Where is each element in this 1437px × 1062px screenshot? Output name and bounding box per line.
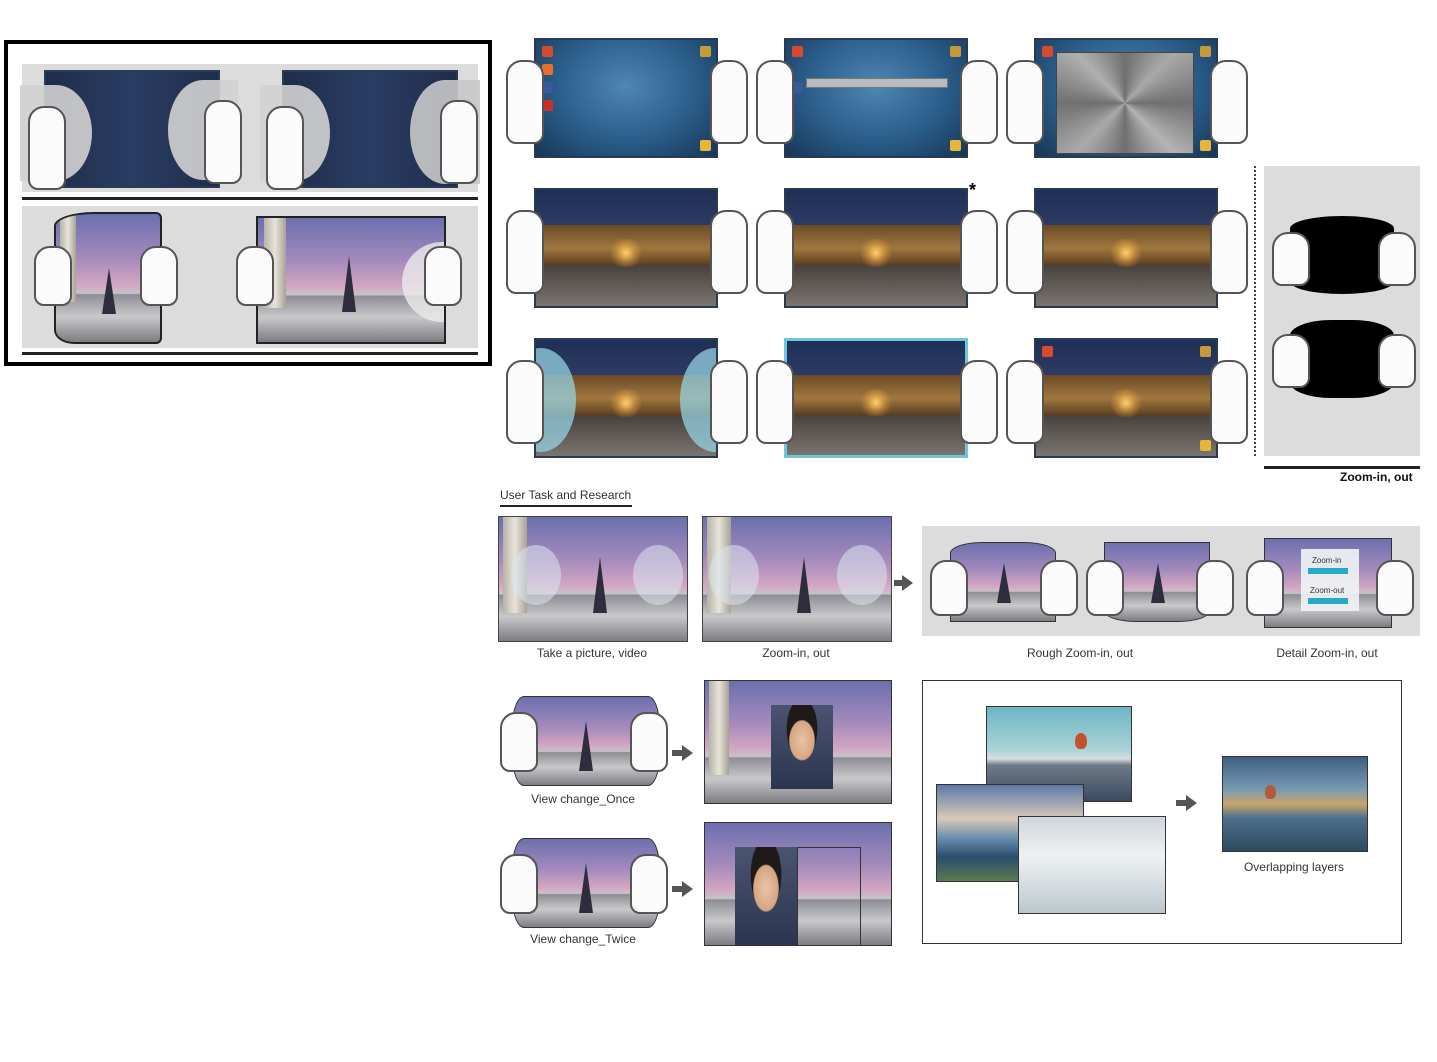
- hand-icon: [960, 210, 998, 294]
- hand-icon: [1210, 210, 1248, 294]
- paris-screen-with-wheel: [256, 216, 446, 344]
- hand-icon: [630, 712, 668, 772]
- asterisk-mark: *: [969, 180, 977, 200]
- hand-icon: [960, 60, 998, 144]
- hand-icon: [930, 560, 968, 616]
- cyan-arrows-bottom: [1308, 598, 1348, 604]
- caption-view-once: View change_Once: [531, 792, 635, 806]
- hand-icon: [1196, 560, 1234, 616]
- dotted-separator: [1254, 166, 1256, 456]
- arrow-shaft: [672, 886, 682, 892]
- tablet-street-view-2: [784, 188, 968, 308]
- hand-icon: [506, 60, 544, 144]
- hand-icon: [1272, 334, 1310, 388]
- tablet-street-highlight: [784, 338, 968, 458]
- hand-icon: [756, 60, 794, 144]
- arrow-right-icon: [682, 745, 693, 761]
- arrow-shaft: [1176, 800, 1186, 806]
- hand-icon: [710, 60, 748, 144]
- caption-overlapping: Overlapping layers: [1243, 860, 1345, 874]
- hand-icon: [960, 360, 998, 444]
- tablet-slider-screen: [784, 38, 968, 158]
- tablet-street-apps: [1034, 338, 1218, 458]
- hand-icon: [1378, 232, 1416, 286]
- hand-icon: [506, 210, 544, 294]
- face-photo: [771, 705, 833, 789]
- zoom-label-line: [1264, 466, 1420, 469]
- zoom-in-out-label: Zoom-in, out: [1340, 470, 1413, 484]
- hand-icon: [266, 106, 304, 190]
- zoom-gesture-panel: [1264, 166, 1420, 456]
- section-title: User Task and Research: [500, 488, 632, 502]
- hand-icon: [1086, 560, 1124, 616]
- arrow-right-icon: [1186, 795, 1197, 811]
- divider-line: [22, 197, 478, 200]
- hand-icon: [140, 246, 178, 306]
- view-once-result-screen: [704, 680, 892, 804]
- hand-icon: [204, 100, 242, 184]
- take-picture-screen: [498, 516, 688, 642]
- hand-icon: [1376, 560, 1414, 616]
- detail-zoom-in-label: Zoom-in: [1312, 556, 1342, 565]
- hand-icon: [1210, 360, 1248, 444]
- bottom-line: [22, 352, 478, 355]
- camera-shutter: [1056, 52, 1194, 154]
- hand-icon: [1006, 210, 1044, 294]
- hand-icon: [1272, 232, 1310, 286]
- hand-icon: [236, 246, 274, 306]
- zoom-screen: [702, 516, 892, 642]
- caption-zoom: Zoom-in, out: [762, 646, 830, 660]
- hand-icon: [424, 246, 462, 306]
- hand-icon: [1210, 60, 1248, 144]
- hand-icon: [1006, 60, 1044, 144]
- hand-icon: [28, 106, 66, 190]
- caption-rough-zoom: Rough Zoom-in, out: [1026, 646, 1134, 660]
- hand-icon: [1006, 360, 1044, 444]
- face-photo: [735, 847, 797, 945]
- hand-icon: [500, 712, 538, 772]
- cyan-arrows-top: [1308, 568, 1348, 574]
- hand-icon: [710, 210, 748, 294]
- hand-icon: [710, 360, 748, 444]
- tablet-street-zoom-circles: [534, 338, 718, 458]
- detail-zoom-out-label: Zoom-out: [1310, 586, 1345, 595]
- hand-icon: [1040, 560, 1078, 616]
- hand-icon: [506, 360, 544, 444]
- hand-icon: [440, 100, 478, 184]
- arrow-right-icon: [682, 881, 693, 897]
- arrow-right-icon: [902, 575, 913, 591]
- tablet-shutter-screen: [1034, 38, 1218, 158]
- view-twice-result-screen: [704, 822, 892, 946]
- snow-forest-photo: [1018, 816, 1166, 914]
- arrow-shaft: [672, 750, 682, 756]
- tablet-street-view-3: [1034, 188, 1218, 308]
- caption-detail-zoom: Detail Zoom-in, out: [1276, 646, 1378, 660]
- hand-icon: [1246, 560, 1284, 616]
- composite-photo: [1222, 756, 1368, 852]
- caption-view-twice: View change_Twice: [530, 932, 636, 946]
- hand-icon: [34, 246, 72, 306]
- tablet-home-screen: [534, 38, 718, 158]
- hand-icon: [500, 854, 538, 914]
- hand-icon: [630, 854, 668, 914]
- arrow-shaft: [894, 580, 902, 586]
- tablet-street-view-1: [534, 188, 718, 308]
- hand-icon: [756, 360, 794, 444]
- section-title-underline: [500, 505, 632, 507]
- hand-icon: [756, 210, 794, 294]
- hand-icon: [1378, 334, 1416, 388]
- caption-take-picture: Take a picture, video: [536, 646, 648, 660]
